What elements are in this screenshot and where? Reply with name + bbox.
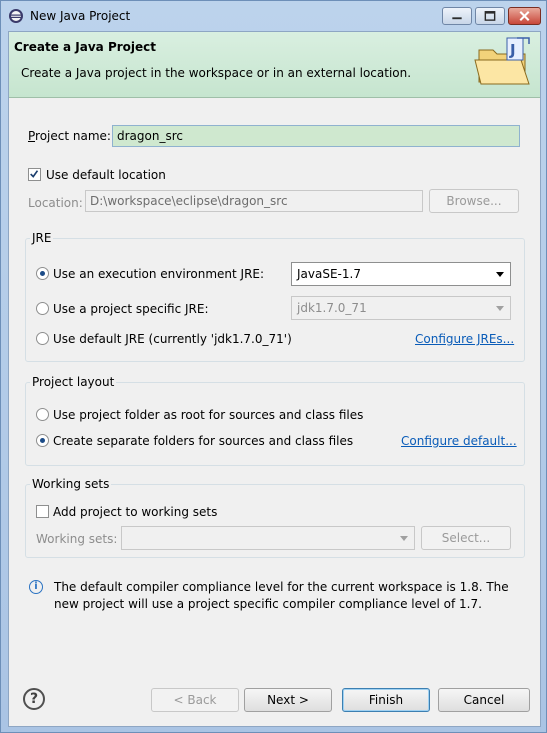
browse-button[interactable]: Browse... [429,189,519,213]
compliance-info-text: The default compiler compliance level fo… [54,580,509,611]
jre-project-specific-radio[interactable] [36,302,49,315]
layout-root-folder-label: Use project folder as root for sources a… [53,408,364,422]
info-icon: i [29,580,43,594]
use-default-location-checkbox[interactable] [28,168,41,181]
jre-project-specific-label: Use a project specific JRE: [53,302,209,316]
title-bar[interactable]: New Java Project [1,1,546,31]
maximize-button[interactable] [475,7,505,25]
jre-execution-environment-radio[interactable] [36,267,49,280]
minimize-button[interactable] [442,7,472,25]
working-sets-label: Working sets: [36,532,118,546]
project-layout-group [25,382,525,466]
project-specific-jre-select[interactable]: jdk1.7.0_71 [291,296,511,320]
location-label: Location: [28,196,83,210]
minimize-icon [452,17,462,20]
layout-root-folder-radio[interactable] [36,408,49,421]
working-sets-select[interactable] [121,526,415,550]
cancel-button[interactable]: Cancel [438,688,530,712]
project-specific-jre-value: jdk1.7.0_71 [297,301,367,315]
eclipse-icon [9,9,23,23]
dialog-content: Create a Java Project Create a Java proj… [8,31,541,727]
jre-default-label: Use default JRE (currently 'jdk1.7.0_71'… [53,332,292,346]
configure-default-link[interactable]: Configure default... [401,434,517,448]
execution-environment-select[interactable]: JavaSE-1.7 [291,262,511,286]
window-title: New Java Project [30,9,131,23]
working-sets-group-title: Working sets [30,477,112,491]
svg-text:J: J [509,41,516,59]
add-to-working-sets-label: Add project to working sets [53,505,218,519]
banner-title: Create a Java Project [14,40,157,54]
layout-separate-folders-label: Create separate folders for sources and … [53,434,354,448]
wizard-banner: Create a Java Project Create a Java proj… [9,32,540,98]
chevron-down-icon [400,536,408,541]
close-button[interactable] [508,7,541,25]
layout-separate-folders-radio[interactable] [36,434,49,447]
finish-button[interactable]: Finish [342,688,430,712]
project-name-input[interactable]: dragon_src [112,125,520,147]
chevron-down-icon [496,272,504,277]
select-working-sets-button[interactable]: Select... [421,526,511,550]
new-java-project-window: New Java Project Create a Java Project C… [0,0,547,733]
new-java-project-wizard-icon: J [474,37,530,85]
chevron-down-icon [496,306,504,311]
banner-description: Create a Java project in the workspace o… [21,66,412,80]
execution-environment-value: JavaSE-1.7 [297,267,361,281]
jre-default-radio[interactable] [36,332,49,345]
next-button[interactable]: Next > [244,688,332,712]
help-icon[interactable]: ? [23,688,45,710]
configure-jres-link[interactable]: Configure JREs... [415,332,514,346]
add-to-working-sets-checkbox[interactable] [36,505,49,518]
jre-execution-environment-label: Use an execution environment JRE: [53,267,265,281]
maximize-icon [484,11,496,21]
project-layout-group-title: Project layout [30,375,117,389]
use-default-location-label: Use default location [46,168,166,182]
project-name-label: Project name: [28,129,111,143]
jre-group-title: JRE [30,231,54,245]
location-input[interactable]: D:\workspace\eclipse\dragon_src [85,190,423,212]
close-icon [519,11,530,21]
check-icon [30,170,39,178]
back-button[interactable]: < Back [151,688,239,712]
